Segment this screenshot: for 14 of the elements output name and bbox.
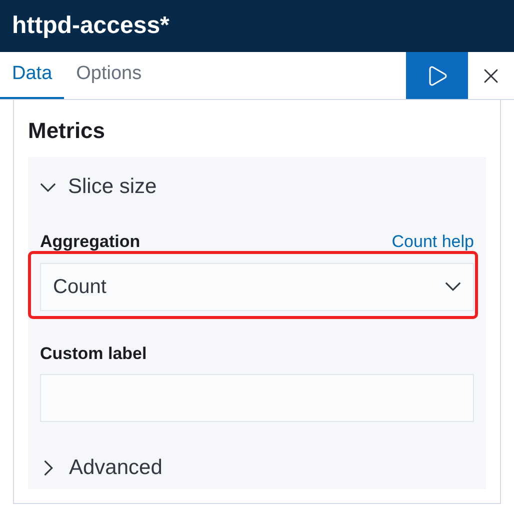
caret-icon — [445, 282, 461, 291]
chevron-right-icon — [44, 460, 53, 476]
field-label: Aggregation — [40, 231, 140, 253]
help-link[interactable]: Count help — [392, 229, 474, 254]
slice-size-toggle[interactable]: Slice size — [40, 171, 474, 203]
aggregation-select[interactable]: Count — [40, 262, 474, 310]
chevron-down-icon — [40, 182, 56, 192]
field-label: Custom label — [40, 342, 148, 364]
run-button[interactable] — [406, 52, 468, 99]
advanced-toggle[interactable]: Advanced — [40, 452, 474, 484]
window-title: httpd-access* — [12, 11, 170, 41]
custom-label-input[interactable] — [40, 374, 474, 422]
section-title: Metrics — [28, 117, 106, 145]
tab[interactable]: Options — [64, 52, 154, 99]
